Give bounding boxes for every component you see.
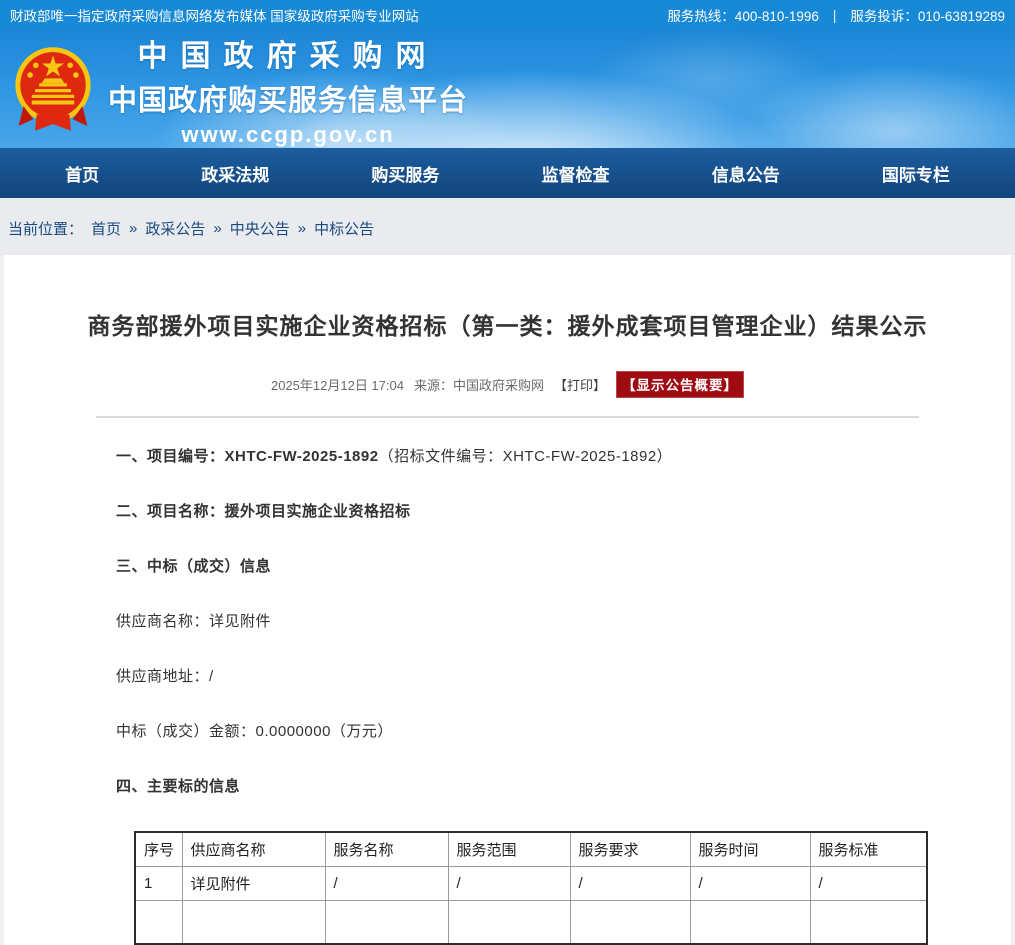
cell-service-requirements: / xyxy=(570,866,690,900)
cell-supplier: 详见附件 xyxy=(182,866,325,900)
paragraph-project-number: 一、项目编号：XHTC-FW-2025-1892（招标文件编号：XHTC-FW-… xyxy=(116,446,921,467)
nav-item-home[interactable]: 首页 xyxy=(55,155,109,192)
article-body: 一、项目编号：XHTC-FW-2025-1892（招标文件编号：XHTC-FW-… xyxy=(4,418,1011,945)
table-header-row: 序号 供应商名称 服务名称 服务范围 服务要求 服务时间 服务标准 xyxy=(135,832,927,866)
print-button[interactable]: 【打印】 xyxy=(554,375,606,394)
nav-item-regulations[interactable]: 政采法规 xyxy=(191,155,279,192)
site-logo[interactable]: 中国政府采购网 中国政府购买服务信息平台 www.ccgp.gov.cn xyxy=(0,31,468,148)
breadcrumb-separator: » xyxy=(129,220,137,237)
paragraph-award-amount: 中标（成交）金额：0.0000000（万元） xyxy=(116,721,921,742)
main-subject-table: 序号 供应商名称 服务名称 服务范围 服务要求 服务时间 服务标准 1 详见附件… xyxy=(134,831,928,945)
site-subtitle: 中国政府购买服务信息平台 xyxy=(108,77,468,119)
article-title: 商务部援外项目实施企业资格招标（第一类：援外成套项目管理企业）结果公示 xyxy=(4,307,1011,341)
cell-service-time: / xyxy=(690,866,810,900)
col-header-service-requirements: 服务要求 xyxy=(570,832,690,866)
paragraph-supplier-address: 供应商地址：/ xyxy=(116,666,921,687)
site-name: 中国政府采购网 xyxy=(108,31,468,75)
breadcrumb-separator: » xyxy=(213,220,221,237)
nav-item-purchase-services[interactable]: 购买服务 xyxy=(361,155,449,192)
cell-service-name: / xyxy=(325,866,448,900)
national-emblem-icon xyxy=(12,44,94,134)
service-complaint: 服务投诉：010-63819289 xyxy=(850,5,1005,25)
site-header: 中国政府采购网 中国政府购买服务信息平台 www.ccgp.gov.cn xyxy=(0,30,1015,148)
content-panel: 商务部援外项目实施企业资格招标（第一类：援外成套项目管理企业）结果公示 2025… xyxy=(4,255,1011,945)
cell-seq: 1 xyxy=(135,866,182,900)
main-nav: 首页 政采法规 购买服务 监督检查 信息公告 国际专栏 xyxy=(0,148,1015,198)
breadcrumb-prefix: 当前位置： xyxy=(8,218,83,239)
breadcrumb-item-central[interactable]: 中央公告 xyxy=(230,218,290,239)
table-row xyxy=(135,900,927,944)
show-summary-button[interactable]: 【显示公告概要】 xyxy=(616,371,744,398)
paragraph-award-info-heading: 三、中标（成交）信息 xyxy=(116,556,921,577)
paragraph-main-subject-heading: 四、主要标的信息 xyxy=(116,776,921,797)
article-meta: 2025年12月12日 17:04 来源：中国政府采购网 【打印】 【显示公告概… xyxy=(4,371,1011,398)
col-header-service-scope: 服务范围 xyxy=(448,832,570,866)
nav-item-supervision[interactable]: 监督检查 xyxy=(532,155,620,192)
cell-service-scope: / xyxy=(448,866,570,900)
topbar-divider: | xyxy=(833,8,837,23)
col-header-service-name: 服务名称 xyxy=(325,832,448,866)
breadcrumb-item-home[interactable]: 首页 xyxy=(91,218,121,239)
nav-item-announcements[interactable]: 信息公告 xyxy=(702,155,790,192)
site-slogan: 财政部唯一指定政府采购信息网络发布媒体 国家级政府采购专业网站 xyxy=(10,5,419,25)
paragraph-supplier-name: 供应商名称：详见附件 xyxy=(116,611,921,632)
breadcrumb: 当前位置： 首页 » 政采公告 » 中央公告 » 中标公告 xyxy=(8,218,1015,239)
breadcrumb-item-zhongbiao[interactable]: 中标公告 xyxy=(314,218,374,239)
col-header-service-standard: 服务标准 xyxy=(810,832,927,866)
col-header-seq: 序号 xyxy=(135,832,182,866)
article-source: 来源：中国政府采购网 xyxy=(414,375,544,394)
top-bar: 财政部唯一指定政府采购信息网络发布媒体 国家级政府采购专业网站 服务热线：400… xyxy=(0,0,1015,30)
cell-service-standard: / xyxy=(810,866,927,900)
site-url: www.ccgp.gov.cn xyxy=(108,122,468,148)
table-row: 1 详见附件 / / / / / xyxy=(135,866,927,900)
col-header-service-time: 服务时间 xyxy=(690,832,810,866)
paragraph-project-name: 二、项目名称：援外项目实施企业资格招标 xyxy=(116,501,921,522)
service-hotline: 服务热线：400-810-1996 xyxy=(667,5,819,25)
breadcrumb-separator: » xyxy=(298,220,306,237)
col-header-supplier: 供应商名称 xyxy=(182,832,325,866)
publish-datetime: 2025年12月12日 17:04 xyxy=(271,375,404,394)
breadcrumb-bar: 当前位置： 首页 » 政采公告 » 中央公告 » 中标公告 xyxy=(0,198,1015,255)
breadcrumb-item-zhengcai[interactable]: 政采公告 xyxy=(145,218,205,239)
nav-item-international[interactable]: 国际专栏 xyxy=(872,155,960,192)
